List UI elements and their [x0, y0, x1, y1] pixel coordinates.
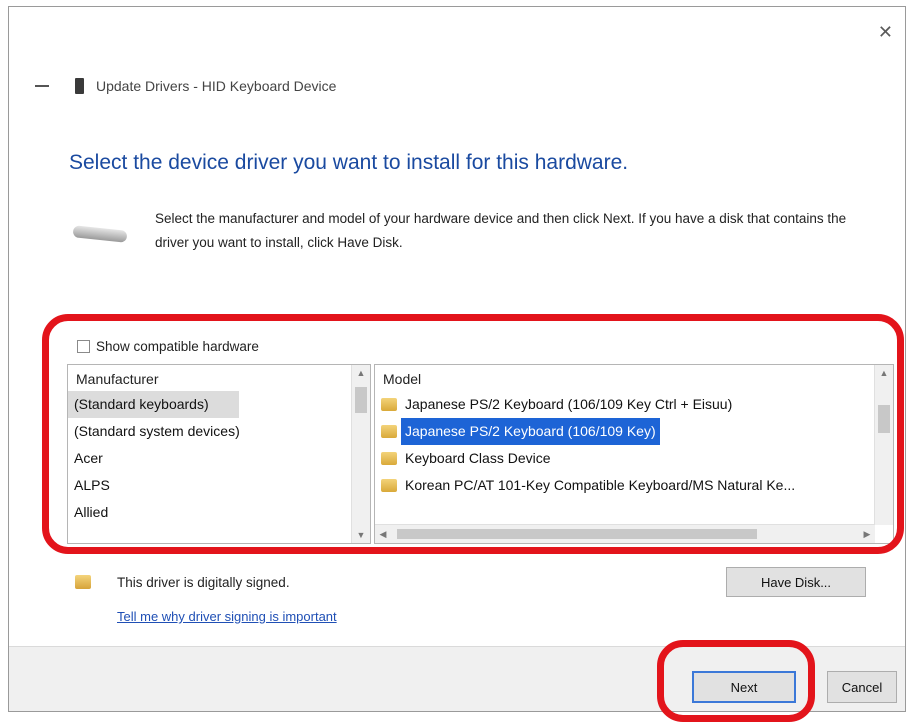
driver-icon [381, 425, 397, 438]
scroll-thumb[interactable] [355, 387, 367, 413]
list-item[interactable]: (Standard keyboards) [68, 391, 239, 418]
keyboard-icon [72, 225, 128, 243]
list-item-label: Korean PC/AT 101-Key Compatible Keyboard… [405, 477, 796, 493]
show-compatible-checkbox[interactable] [77, 340, 90, 353]
driver-icon [381, 398, 397, 411]
scroll-up-icon[interactable]: ▲ [352, 365, 370, 381]
driver-signing-link[interactable]: Tell me why driver signing is important [117, 609, 337, 624]
scroll-down-icon[interactable]: ▼ [352, 527, 370, 543]
signed-driver-icon [75, 575, 91, 589]
scroll-left-icon[interactable]: ◀ [375, 525, 391, 543]
list-item[interactable]: (Standard system devices) [68, 418, 370, 445]
model-horizontal-scrollbar[interactable]: ◀ ▶ [375, 524, 875, 543]
list-item[interactable]: Keyboard Class Device [375, 445, 893, 472]
list-item[interactable]: Allied [68, 499, 370, 526]
signing-status: This driver is digitally signed. [117, 575, 290, 590]
back-arrow-icon[interactable] [35, 85, 49, 87]
manufacturer-list[interactable]: Manufacturer (Standard keyboards) (Stand… [67, 364, 371, 544]
cancel-button[interactable]: Cancel [827, 671, 897, 703]
scroll-up-icon[interactable]: ▲ [875, 365, 893, 381]
list-item[interactable]: Acer [68, 445, 370, 472]
list-item[interactable]: ALPS [68, 472, 370, 499]
manufacturer-scrollbar[interactable]: ▲ ▼ [351, 365, 370, 543]
scroll-right-icon[interactable]: ▶ [859, 525, 875, 543]
list-item[interactable]: Japanese PS/2 Keyboard (106/109 Key) [375, 418, 893, 445]
list-item-label: Japanese PS/2 Keyboard (106/109 Key Ctrl… [405, 396, 733, 412]
instructions-text: Select the manufacturer and model of you… [155, 211, 847, 250]
have-disk-button[interactable]: Have Disk... [726, 567, 866, 597]
page-heading: Select the device driver you want to ins… [69, 151, 629, 174]
show-compatible-label: Show compatible hardware [96, 339, 259, 354]
model-vertical-scrollbar[interactable]: ▲ [874, 365, 893, 525]
close-icon[interactable]: ✕ [878, 23, 893, 41]
next-button[interactable]: Next [692, 671, 796, 703]
manufacturer-header: Manufacturer [76, 371, 159, 387]
scroll-thumb[interactable] [878, 405, 890, 433]
list-item-label: Japanese PS/2 Keyboard (106/109 Key) [401, 418, 660, 445]
driver-icon [381, 452, 397, 465]
list-item[interactable]: Korean PC/AT 101-Key Compatible Keyboard… [375, 472, 893, 499]
model-list[interactable]: Model Japanese PS/2 Keyboard (106/109 Ke… [374, 364, 894, 544]
title-bar: Update Drivers - HID Keyboard Device [35, 75, 336, 97]
show-compatible-row[interactable]: Show compatible hardware [77, 339, 259, 354]
scroll-thumb[interactable] [397, 529, 757, 539]
model-header: Model [383, 371, 422, 387]
list-item[interactable]: Japanese PS/2 Keyboard (106/109 Key Ctrl… [375, 391, 893, 418]
device-icon [75, 78, 84, 94]
window-title: Update Drivers - HID Keyboard Device [96, 78, 337, 94]
driver-icon [381, 479, 397, 492]
update-drivers-dialog: ✕ Update Drivers - HID Keyboard Device S… [8, 6, 906, 712]
list-item-label: Keyboard Class Device [405, 450, 551, 466]
